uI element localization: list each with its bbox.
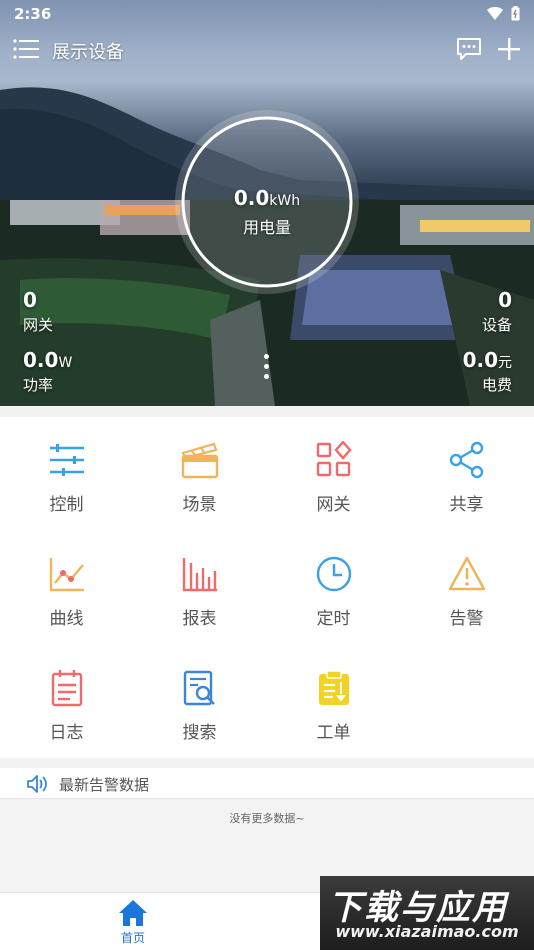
share-icon [449,441,484,479]
power-value: 0.0 [23,348,59,372]
menu-item-scene[interactable]: 场景 [133,417,266,529]
menu-item-gateway[interactable]: 网关 [267,417,400,529]
document-search-icon [183,670,215,706]
function-grid: 控制 场景 网关 共享 曲线 报表 定时 告警 日志 搜索 工单 [0,417,534,758]
battery-icon [511,6,520,21]
menu-item-label: 搜索 [182,723,217,743]
page-title: 展示设备 [52,42,124,63]
cost-unit: 元 [498,355,512,371]
menu-item-work-order[interactable]: 工单 [267,645,400,757]
more-options-icon[interactable] [260,354,272,388]
power-stat: 0.0W 功率 [23,348,72,395]
menu-item-label: 场景 [182,495,217,515]
menu-item-curve[interactable]: 曲线 [0,531,133,643]
work-order-icon [319,670,349,705]
menu-item-log[interactable]: 日志 [0,645,133,757]
menu-item-label: 工单 [316,723,351,743]
menu-item-label: 曲线 [49,609,84,629]
menu-item-label: 定时 [316,609,351,629]
speaker-icon [27,775,47,793]
device-label: 设备 [481,316,512,334]
menu-item-share[interactable]: 共享 [400,417,533,529]
list-menu-icon[interactable] [13,38,39,60]
menu-item-label: 共享 [449,495,484,515]
menu-item-timer[interactable]: 定时 [267,531,400,643]
menu-item-label: 控制 [49,495,84,515]
watermark-logo: 下载与应用 www.xiazaimao.com [320,876,534,950]
cost-stat: 0.0元 电费 [420,348,512,395]
latest-alarms-header[interactable]: 最新告警数据 [0,768,534,799]
energy-number: 0.0 [233,186,270,210]
clapperboard-icon [181,442,219,479]
menu-item-label: 日志 [49,723,84,743]
warning-icon [448,556,486,591]
gateway-count: 0 [23,288,37,312]
cost-value: 0.0 [462,348,498,372]
latest-alarms-title: 最新告警数据 [59,776,150,794]
nav-home[interactable]: 首页 [100,895,166,947]
menu-item-label: 报表 [182,609,217,629]
bar-chart-icon [182,558,217,592]
title-bar: 展示设备 [0,32,534,68]
power-unit: W [58,355,73,371]
device-count: 0 [498,288,512,312]
status-icons [487,6,520,21]
menu-item-report[interactable]: 报表 [133,531,266,643]
gateway-label: 网关 [23,316,54,334]
gateway-stat: 0 网关 [23,288,53,335]
add-icon[interactable] [496,36,522,62]
menu-item-label: 网关 [316,495,351,515]
cost-label: 电费 [481,376,512,394]
menu-item-alarm[interactable]: 告警 [400,531,533,643]
home-icon [119,900,147,926]
sliders-icon [50,444,84,476]
empty-state-text: 没有更多数据~ [229,812,305,825]
menu-item-label: 告警 [449,609,484,629]
status-bar: 2:36 [0,0,534,30]
status-time: 2:36 [14,5,52,23]
hero-banner: 2:36 展示设备 0.0kWh 用电量 0 网关 0 设备 0.0W 功率 0… [0,0,534,406]
gateway-grid-icon [316,441,352,477]
menu-item-search[interactable]: 搜索 [133,645,266,757]
device-stat: 0 设备 [440,288,512,335]
line-chart-icon [49,558,84,592]
watermark-url: www.xiazaimao.com [335,922,519,941]
energy-unit: kWh [269,193,301,209]
power-label: 功率 [23,376,54,394]
calendar-log-icon [51,670,83,707]
clock-icon [316,556,352,592]
nav-home-label: 首页 [120,931,145,945]
energy-label: 用电量 [242,218,291,237]
wifi-icon [487,6,503,20]
energy-value: 0.0kWh [171,186,363,210]
message-icon[interactable] [456,36,482,62]
menu-item-control[interactable]: 控制 [0,417,133,529]
